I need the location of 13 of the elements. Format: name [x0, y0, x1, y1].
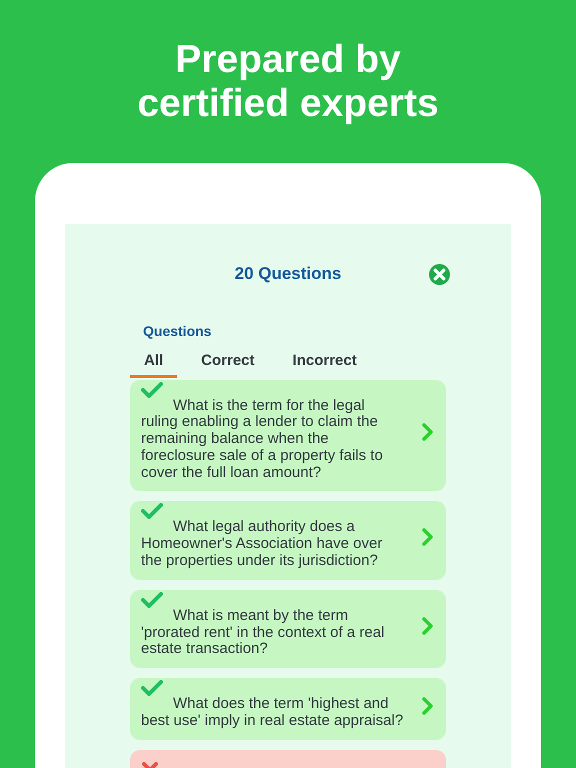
question-text: What is the term for the legal ruling enabling a lender to claim the remaining balance when the foreclosure sale of a property fails to cover the full loan amount? — [141, 398, 384, 482]
filter-tab[interactable]: Incorrect — [278, 350, 371, 378]
section-label: Questions — [143, 322, 212, 341]
filter-tab[interactable]: Correct — [187, 350, 269, 378]
headline: Prepared by certified experts — [136, 38, 440, 126]
question-text: What is meant by the term 'prorated rent' in the context of a real estate transaction? — [141, 608, 386, 658]
question-text: What does the term 'highest and best use' imply in real estate appraisal? — [141, 696, 404, 730]
question-card[interactable]: What is meant by the term 'prorated rent' in the context of a real estate transaction? — [130, 590, 446, 668]
question-card[interactable]: What legal authority does a Homeowner's Association have over the properties under its jurisdiction? — [130, 501, 446, 580]
screen-title: 20 Questions — [234, 263, 342, 286]
question-card[interactable]: What does the term 'highest and best use' imply in real estate appraisal? — [130, 678, 446, 740]
question-text: What legal authority does a Homeowner's Association have over the properties under its jurisdiction? — [141, 519, 384, 570]
question-card[interactable]: What is the term for the legal ruling enabling a lender to claim the remaining balance when the foreclosure sale of a property fails to cover the full loan amount? — [130, 380, 446, 492]
